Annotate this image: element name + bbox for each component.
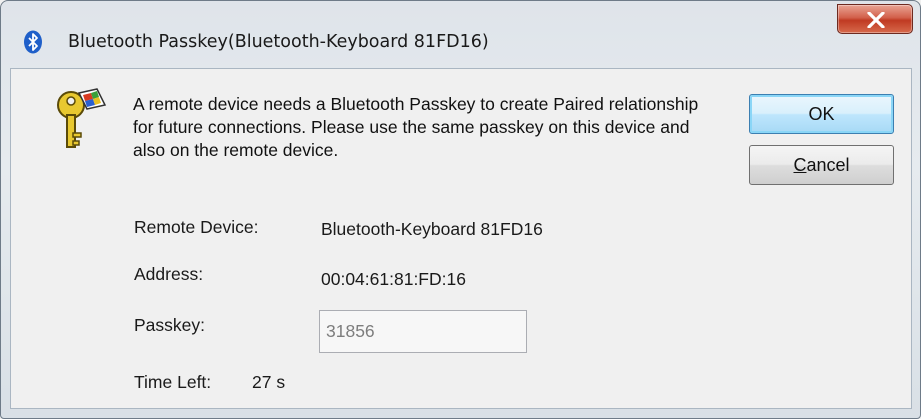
- passkey-field[interactable]: [319, 310, 527, 353]
- key-icon: [53, 87, 109, 162]
- close-icon: [867, 12, 885, 28]
- cancel-rest: ancel: [806, 155, 850, 175]
- instruction-text: A remote device needs a Bluetooth Passke…: [133, 94, 699, 160]
- window-title: Bluetooth Passkey(Bluetooth-Keyboard 81F…: [68, 32, 489, 52]
- title-bar[interactable]: Bluetooth Passkey(Bluetooth-Keyboard 81F…: [1, 1, 920, 54]
- passkey-dialog: Bluetooth Passkey(Bluetooth-Keyboard 81F…: [0, 0, 921, 419]
- close-button[interactable]: [837, 4, 913, 34]
- time-left-value: 27 s: [252, 372, 286, 392]
- bluetooth-icon: [23, 30, 43, 54]
- remote-device-label: Remote Device:: [134, 217, 259, 237]
- cancel-accelerator: C: [793, 155, 807, 175]
- cancel-button[interactable]: Cancel: [749, 145, 894, 185]
- address-value: 00:04:61:81:FD:16: [321, 269, 466, 289]
- passkey-label: Passkey:: [134, 315, 205, 335]
- ok-button[interactable]: OK: [749, 94, 894, 134]
- address-label: Address:: [134, 264, 204, 284]
- time-left-label: Time Left:: [134, 372, 212, 392]
- remote-device-value: Bluetooth-Keyboard 81FD16: [321, 219, 543, 239]
